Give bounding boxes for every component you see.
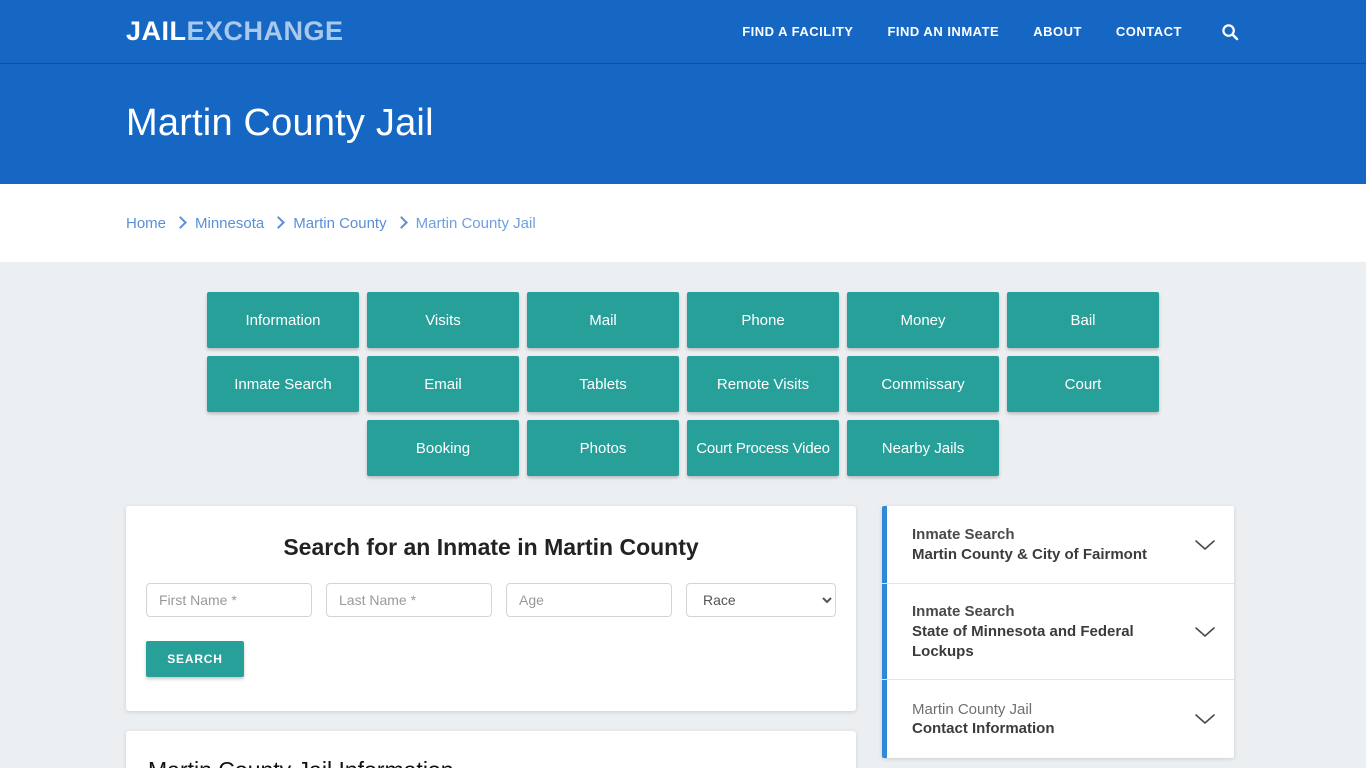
tab-tablets[interactable]: Tablets <box>527 356 679 412</box>
accordion-item-line2: Contact Information <box>912 720 1055 738</box>
tab-bail[interactable]: Bail <box>1007 292 1159 348</box>
chevron-right-icon <box>174 216 187 229</box>
accordion-item-text: Inmate Search State of Minnesota and Fed… <box>912 602 1182 661</box>
chevron-down-icon[interactable] <box>1194 625 1216 639</box>
breadcrumb-item-home[interactable]: Home <box>126 215 166 232</box>
accordion-item-line2: State of Minnesota and Federal Lockups <box>912 622 1134 660</box>
search-icon[interactable] <box>1220 22 1240 42</box>
jail-information-title: Martin County Jail Information <box>148 757 834 768</box>
tab-nearby-jails[interactable]: Nearby Jails <box>847 420 999 476</box>
last-name-input[interactable] <box>326 583 492 617</box>
tab-court[interactable]: Court <box>1007 356 1159 412</box>
chevron-right-icon <box>272 216 286 229</box>
sidebar-column: Inmate Search Martin County & City of Fa… <box>882 506 1234 768</box>
accordion-item-line1: Inmate Search <box>912 603 1015 620</box>
breadcrumb-item-martin-county[interactable]: Martin County <box>293 215 386 232</box>
accordion-item-text: Martin County Jail Contact Information <box>912 700 1055 740</box>
breadcrumb: Home Minnesota Martin County Martin Coun… <box>126 215 536 232</box>
nav-item-find-a-facility[interactable]: FIND A FACILITY <box>742 24 853 39</box>
race-select[interactable]: Race <box>686 583 836 617</box>
nav-item-find-an-inmate[interactable]: FIND AN INMATE <box>887 24 999 39</box>
sidebar-accordion: Inmate Search Martin County & City of Fa… <box>882 506 1234 759</box>
tab-photos[interactable]: Photos <box>527 420 679 476</box>
tab-court-process-video[interactable]: Court Process Video <box>687 420 839 476</box>
accordion-item-inmate-search-state[interactable]: Inmate Search State of Minnesota and Fed… <box>882 584 1234 681</box>
site-logo[interactable]: JAILEXCHANGE <box>126 18 344 45</box>
chevron-down-icon[interactable] <box>1194 538 1216 552</box>
tab-money[interactable]: Money <box>847 292 999 348</box>
inmate-search-title: Search for an Inmate in Martin County <box>283 534 699 560</box>
content-columns: Search for an Inmate in Martin County Ra… <box>126 506 1240 768</box>
jail-information-card: Martin County Jail Information <box>126 731 856 768</box>
accordion-item-line1: Martin County Jail <box>912 700 1033 718</box>
breadcrumb-item-minnesota[interactable]: Minnesota <box>195 215 264 232</box>
logo-text-jail: JAIL <box>126 16 187 46</box>
accordion-item-text: Inmate Search Martin County & City of Fa… <box>912 525 1147 565</box>
facility-tab-grid: Information Visits Mail Phone Money Bail… <box>135 262 1231 476</box>
search-button[interactable]: SEARCH <box>146 641 244 677</box>
main-navigation: FIND A FACILITY FIND AN INMATE ABOUT CON… <box>742 22 1240 42</box>
tab-visits[interactable]: Visits <box>367 292 519 348</box>
tab-booking[interactable]: Booking <box>367 420 519 476</box>
inmate-search-card: Search for an Inmate in Martin County Ra… <box>126 506 856 711</box>
tab-phone[interactable]: Phone <box>687 292 839 348</box>
inmate-search-fields: Race <box>146 583 836 617</box>
logo-text-exchange: EXCHANGE <box>186 16 344 46</box>
breadcrumb-bar: Home Minnesota Martin County Martin Coun… <box>0 184 1366 262</box>
tab-commissary[interactable]: Commissary <box>847 356 999 412</box>
chevron-right-icon <box>394 216 408 229</box>
age-input[interactable] <box>506 583 672 617</box>
accordion-item-line2: Martin County & City of Fairmont <box>912 545 1147 563</box>
hero-banner: Martin County Jail <box>0 64 1366 184</box>
tab-information[interactable]: Information <box>207 292 359 348</box>
breadcrumb-item-martin-county-jail[interactable]: Martin County Jail <box>416 215 536 232</box>
site-header: JAILEXCHANGE FIND A FACILITY FIND AN INM… <box>0 0 1366 64</box>
accordion-item-inmate-search-county[interactable]: Inmate Search Martin County & City of Fa… <box>882 506 1234 584</box>
first-name-input[interactable] <box>146 583 312 617</box>
nav-item-contact[interactable]: CONTACT <box>1116 24 1182 39</box>
tab-mail[interactable]: Mail <box>527 292 679 348</box>
tab-inmate-search[interactable]: Inmate Search <box>207 356 359 412</box>
main-column: Search for an Inmate in Martin County Ra… <box>126 506 856 768</box>
accordion-item-line1: Inmate Search <box>912 525 1015 543</box>
tab-remote-visits[interactable]: Remote Visits <box>687 356 839 412</box>
chevron-down-icon[interactable] <box>1194 712 1216 726</box>
page-body: Information Visits Mail Phone Money Bail… <box>0 262 1366 768</box>
page-title: Martin County Jail <box>126 102 434 145</box>
tab-email[interactable]: Email <box>367 356 519 412</box>
accordion-item-contact-information[interactable]: Martin County Jail Contact Information <box>882 680 1234 759</box>
nav-item-about[interactable]: ABOUT <box>1033 24 1082 39</box>
